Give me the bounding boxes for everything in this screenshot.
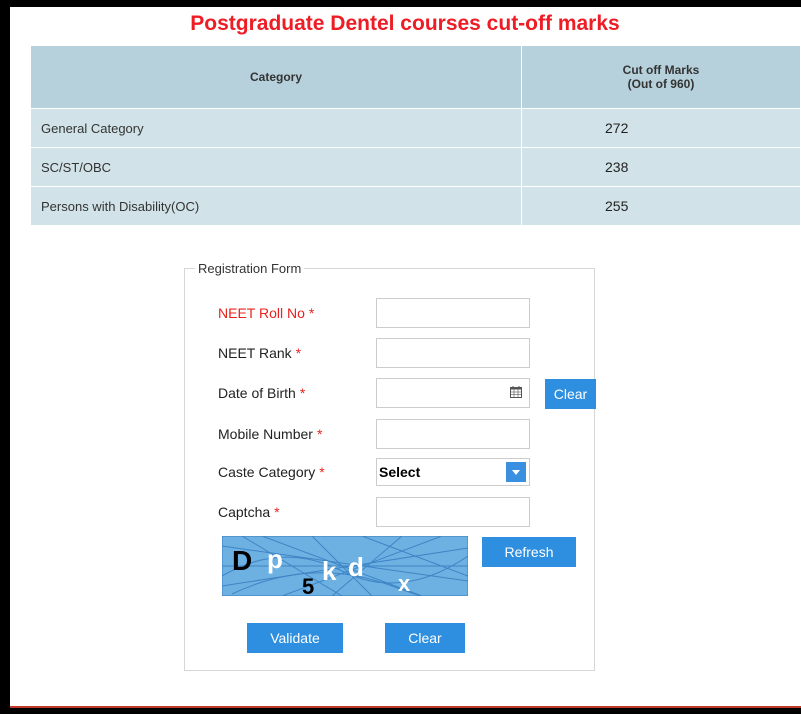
row-category: SC/ST/OBC	[30, 147, 522, 187]
row-marks: 255	[521, 186, 801, 226]
caste-label: Caste Category *	[218, 464, 325, 480]
dropdown-arrow-icon[interactable]	[506, 462, 526, 482]
bottom-divider	[10, 706, 801, 708]
table-row: Persons with Disability(OC) 255	[30, 186, 801, 226]
captcha-label: Captcha *	[218, 504, 280, 520]
validate-button[interactable]: Validate	[247, 623, 343, 653]
neet-rank-label: NEET Rank *	[218, 345, 301, 361]
header-category: Category	[30, 45, 522, 109]
svg-text:D: D	[232, 545, 252, 576]
caste-select-value: Select	[379, 464, 421, 480]
refresh-captcha-button[interactable]: Refresh	[482, 537, 576, 567]
svg-text:p: p	[267, 544, 283, 574]
row-marks: 272	[521, 108, 801, 148]
header-marks-line1: Cut off Marks	[622, 63, 700, 77]
clear-button[interactable]: Clear	[385, 623, 465, 653]
captcha-input[interactable]	[376, 497, 530, 527]
neet-roll-label-text: NEET Roll No	[218, 305, 305, 321]
neet-rank-input[interactable]	[376, 338, 530, 368]
required-star: *	[299, 385, 306, 401]
caste-label-text: Caste Category	[218, 464, 316, 480]
table-row: General Category 272	[30, 108, 801, 148]
svg-text:x: x	[398, 571, 411, 596]
mobile-input[interactable]	[376, 419, 530, 449]
mobile-label-text: Mobile Number	[218, 426, 313, 442]
svg-text:5: 5	[302, 574, 314, 596]
row-category: General Category	[30, 108, 522, 148]
required-star: *	[316, 426, 323, 442]
cutoff-table: Category Cut off Marks (Out of 960) Gene…	[30, 45, 801, 226]
table-row: SC/ST/OBC 238	[30, 147, 801, 187]
table-header-row: Category Cut off Marks (Out of 960)	[30, 45, 801, 109]
page-title: Postgraduate Dentel courses cut-off mark…	[190, 12, 620, 35]
required-star: *	[308, 305, 315, 321]
captcha-image: D p 5 k d x	[222, 536, 468, 596]
neet-roll-label: NEET Roll No *	[218, 305, 314, 321]
dob-clear-button[interactable]: Clear	[545, 379, 596, 409]
caste-select[interactable]: Select	[376, 458, 530, 486]
required-star: *	[274, 504, 280, 520]
required-star: *	[295, 345, 302, 361]
neet-rank-label-text: NEET Rank	[218, 345, 292, 361]
calendar-icon[interactable]	[510, 386, 522, 398]
svg-text:d: d	[348, 552, 364, 582]
row-category: Persons with Disability(OC)	[30, 186, 522, 226]
svg-text:k: k	[322, 556, 337, 586]
dob-label-text: Date of Birth	[218, 385, 296, 401]
required-star: *	[319, 464, 325, 480]
mobile-label: Mobile Number *	[218, 426, 322, 442]
dob-label: Date of Birth *	[218, 385, 305, 401]
row-marks: 238	[521, 147, 801, 187]
neet-roll-input[interactable]	[376, 298, 530, 328]
form-legend: Registration Form	[198, 261, 302, 276]
dob-input[interactable]	[376, 378, 530, 408]
header-cutoff-marks: Cut off Marks (Out of 960)	[521, 45, 801, 109]
captcha-label-text: Captcha	[218, 504, 271, 520]
header-marks-line2: (Out of 960)	[627, 77, 695, 91]
